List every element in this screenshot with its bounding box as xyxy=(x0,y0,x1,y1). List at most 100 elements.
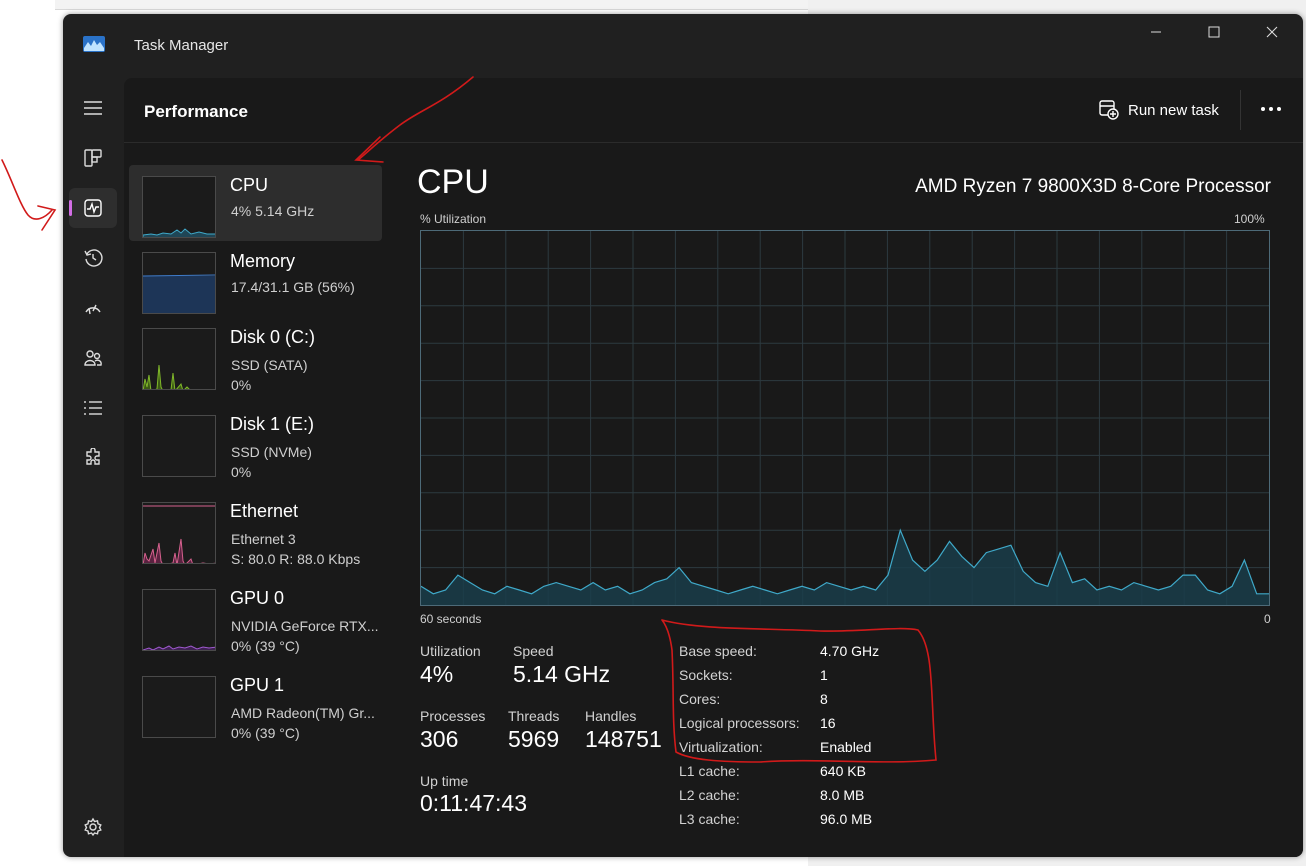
content-area: Performance Run new task CPU 4% 5.14 GHz xyxy=(124,78,1303,857)
device-list: CPU 4% 5.14 GHz Memory 17.4/31.1 GB (56%… xyxy=(124,143,386,857)
spec-value: 640 KB xyxy=(820,763,866,779)
background-window xyxy=(0,0,55,866)
graph-max-label: 100% xyxy=(1234,212,1265,226)
device-detail: 17.4/31.1 GB (56%) xyxy=(231,279,355,295)
header-divider xyxy=(1240,90,1241,130)
close-button[interactable] xyxy=(1243,14,1301,50)
nav-details[interactable] xyxy=(69,388,117,428)
close-icon xyxy=(1266,26,1278,38)
cpu-detail-panel: CPU AMD Ryzen 7 9800X3D 8-Core Processor… xyxy=(387,143,1303,857)
nav-settings[interactable] xyxy=(69,807,117,847)
more-options-button[interactable] xyxy=(1256,96,1286,122)
cpu-utilization-graph xyxy=(420,230,1270,606)
spec-value: 8 xyxy=(820,691,828,707)
threads-value: 5969 xyxy=(508,726,560,752)
device-item-ethernet[interactable]: Ethernet Ethernet 3 S: 80.0 R: 88.0 Kbps xyxy=(129,491,382,567)
maximize-button[interactable] xyxy=(1185,14,1243,50)
processes-value: 306 xyxy=(420,726,459,752)
active-indicator xyxy=(69,200,72,216)
nav-services[interactable] xyxy=(69,438,117,478)
device-detail: 4% 5.14 GHz xyxy=(231,203,315,219)
history-icon xyxy=(84,249,103,267)
performance-icon xyxy=(84,199,102,217)
background-window-top xyxy=(55,0,810,10)
spec-label: Logical processors: xyxy=(679,715,800,731)
page-title: Performance xyxy=(144,102,248,121)
spec-label: Base speed: xyxy=(679,643,757,659)
users-icon xyxy=(84,350,102,366)
handles-value: 148751 xyxy=(585,726,662,752)
device-item-memory[interactable]: Memory 17.4/31.1 GB (56%) xyxy=(129,241,382,317)
device-name: GPU 0 xyxy=(230,588,285,608)
navigation-rail xyxy=(63,78,124,857)
spec-value: Enabled xyxy=(820,739,872,755)
graph-time-label: 60 seconds xyxy=(420,612,482,626)
device-throughput: S: 80.0 R: 88.0 Kbps xyxy=(231,551,361,567)
ethernet-thumbnail xyxy=(142,502,216,564)
device-name: Ethernet xyxy=(230,501,299,521)
gpu-0-thumbnail xyxy=(142,589,216,651)
device-name: Disk 0 (C:) xyxy=(230,327,315,347)
device-usage: 0% (39 °C) xyxy=(231,638,300,654)
device-name: Memory xyxy=(230,251,296,271)
window-title: Task Manager xyxy=(134,37,229,54)
hamburger-icon xyxy=(84,101,102,115)
page-header: Performance Run new task xyxy=(124,78,1303,143)
run-new-task-button[interactable]: Run new task xyxy=(1099,98,1219,122)
device-item-disk-0[interactable]: Disk 0 (C:) SSD (SATA) 0% xyxy=(129,317,382,393)
device-item-gpu-0[interactable]: GPU 0 NVIDIA GeForce RTX... 0% (39 °C) xyxy=(129,578,382,654)
speed-label: Speed xyxy=(513,643,554,659)
nav-startup-apps[interactable] xyxy=(69,288,117,328)
title-bar[interactable]: Task Manager xyxy=(63,14,1303,78)
cpu-mini-graph xyxy=(143,228,215,237)
cpu-thumbnail xyxy=(142,176,216,238)
cpu-model-name: AMD Ryzen 7 9800X3D 8-Core Processor xyxy=(915,176,1271,197)
utilization-value: 4% xyxy=(420,661,454,687)
spec-value: 16 xyxy=(820,715,836,731)
spec-label: Cores: xyxy=(679,691,721,707)
run-task-icon xyxy=(1099,100,1119,120)
spec-value: 1 xyxy=(820,667,828,683)
nav-users[interactable] xyxy=(69,338,117,378)
processes-icon xyxy=(84,149,102,167)
processes-label: Processes xyxy=(420,708,486,724)
speed-value: 5.14 GHz xyxy=(513,661,611,687)
graph-min-label: 0 xyxy=(1264,612,1271,626)
device-detail: NVIDIA GeForce RTX... xyxy=(231,618,379,634)
run-new-task-label: Run new task xyxy=(1128,101,1219,119)
nav-processes[interactable] xyxy=(69,138,117,178)
maximize-icon xyxy=(1208,26,1220,38)
memory-mini-graph xyxy=(143,274,215,313)
spec-label: L3 cache: xyxy=(679,811,740,827)
device-name: GPU 1 xyxy=(230,675,285,695)
task-manager-app-icon xyxy=(83,36,105,52)
nav-menu-button[interactable] xyxy=(69,88,117,128)
spec-label: Virtualization: xyxy=(679,739,763,755)
device-detail: SSD (NVMe) xyxy=(231,444,312,460)
device-item-cpu[interactable]: CPU 4% 5.14 GHz xyxy=(129,165,382,241)
minimize-icon xyxy=(1151,31,1161,33)
gpu-1-thumbnail xyxy=(142,676,216,738)
nav-performance[interactable] xyxy=(69,188,117,228)
device-name: Disk 1 (E:) xyxy=(230,414,315,434)
device-item-disk-1[interactable]: Disk 1 (E:) SSD (NVMe) 0% xyxy=(129,404,382,480)
ethernet-mini-graph xyxy=(143,505,215,563)
device-detail: AMD Radeon(TM) Gr... xyxy=(231,705,375,721)
nav-app-history[interactable] xyxy=(69,238,117,278)
spec-value: 8.0 MB xyxy=(820,787,865,803)
device-item-gpu-1[interactable]: GPU 1 AMD Radeon(TM) Gr... 0% (39 °C) xyxy=(129,665,382,741)
memory-thumbnail xyxy=(142,252,216,314)
device-detail: Ethernet 3 xyxy=(231,531,296,547)
spec-label: L1 cache: xyxy=(679,763,740,779)
list-icon xyxy=(84,401,102,415)
threads-label: Threads xyxy=(508,708,560,724)
speedometer-icon xyxy=(85,304,101,315)
gear-icon xyxy=(84,817,102,837)
minimize-button[interactable] xyxy=(1127,14,1185,50)
device-usage: 0% (39 °C) xyxy=(231,725,300,741)
device-usage: 0% xyxy=(231,464,252,480)
disk-0-mini-graph xyxy=(143,364,190,389)
more-icon xyxy=(1261,107,1281,111)
puzzle-icon xyxy=(86,448,100,465)
handles-label: Handles xyxy=(585,708,637,724)
